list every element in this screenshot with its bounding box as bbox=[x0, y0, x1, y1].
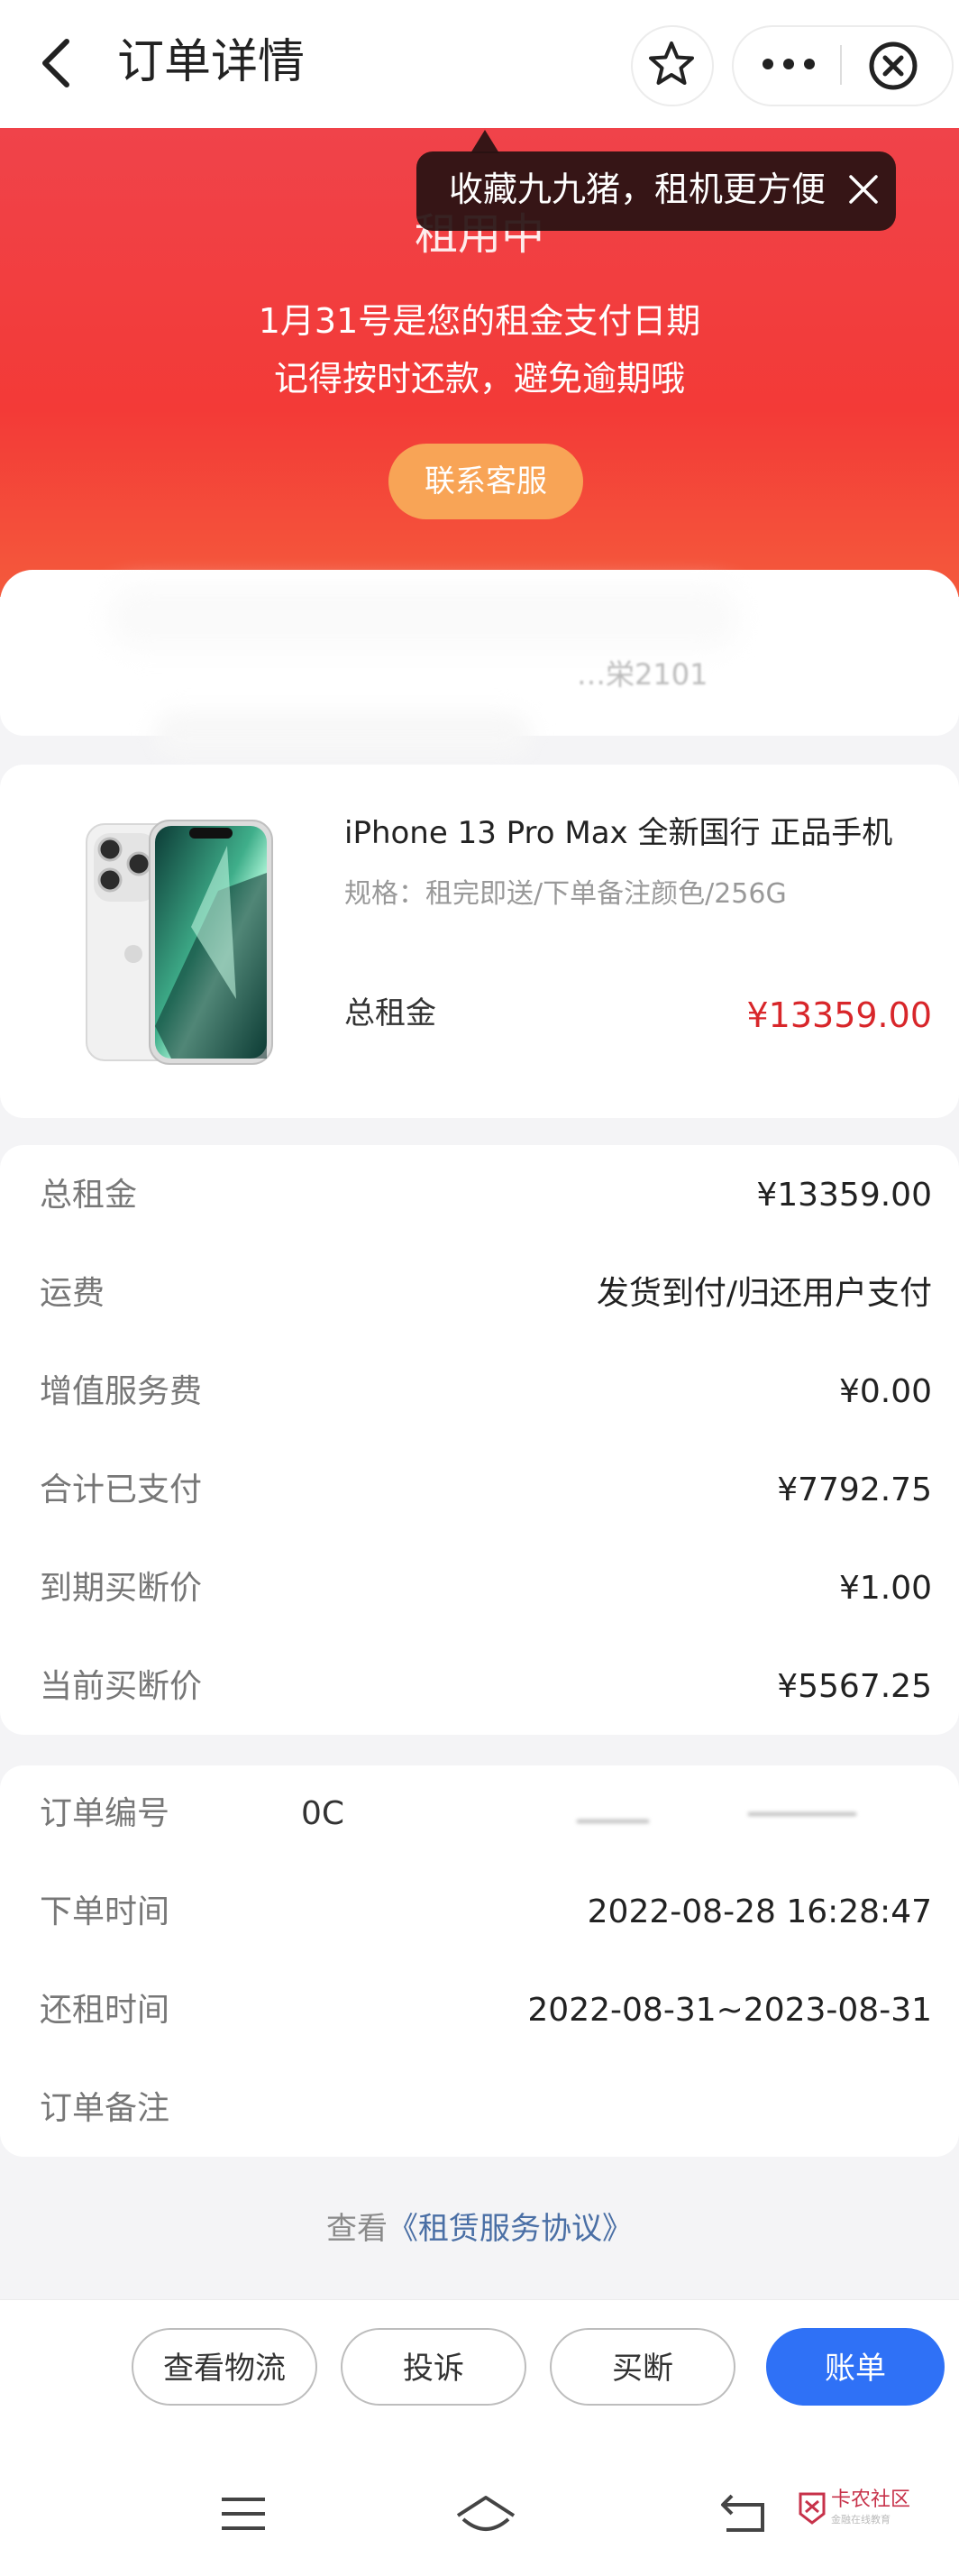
capsule-divider bbox=[840, 45, 842, 85]
fee-details-card bbox=[0, 1145, 959, 1735]
star-icon[interactable] bbox=[647, 40, 696, 88]
blurred-address bbox=[108, 586, 739, 649]
order-remark-label: 订单备注 bbox=[40, 2090, 170, 2127]
fee-row-value: ¥1.00 bbox=[838, 1570, 932, 1607]
order-time-value: 2022-08-28 16:28:47 bbox=[587, 1893, 932, 1930]
product-image bbox=[83, 819, 274, 1066]
fee-row-value: ¥13359.00 bbox=[756, 1177, 932, 1214]
chevron-left-icon[interactable] bbox=[36, 36, 81, 90]
more-dots-icon[interactable] bbox=[759, 50, 818, 78]
agreement-link[interactable]: 《租赁服务协议》 bbox=[388, 2211, 633, 2247]
complaint-button[interactable]: 投诉 bbox=[341, 2328, 526, 2406]
fee-row-label: 总租金 bbox=[40, 1177, 138, 1214]
view-logistics-button[interactable]: 查看物流 bbox=[132, 2328, 317, 2406]
bill-button[interactable]: 账单 bbox=[766, 2328, 945, 2406]
product-name: iPhone 13 Pro Max 全新国行 正品手机 bbox=[344, 815, 893, 851]
order-number-value: 0C bbox=[301, 1795, 345, 1832]
watermark-text: 卡农社区 bbox=[831, 2489, 911, 2511]
redaction-mark bbox=[748, 1812, 856, 1816]
fee-row-value: 发货到付/归还用户支付 bbox=[596, 1275, 932, 1312]
fee-row-value: ¥5567.25 bbox=[777, 1668, 932, 1705]
page-title: 订单详情 bbox=[117, 35, 306, 89]
redaction-mask bbox=[352, 1800, 568, 1832]
agreement-prefix: 查看 bbox=[326, 2211, 388, 2247]
blurred-address-line bbox=[153, 712, 532, 757]
tooltip-arrow bbox=[470, 130, 499, 153]
home-icon[interactable] bbox=[454, 2494, 517, 2539]
buyout-button[interactable]: 买断 bbox=[550, 2328, 735, 2406]
rent-period-label: 还租时间 bbox=[40, 1992, 170, 2029]
fee-row-label: 到期买断价 bbox=[40, 1570, 203, 1607]
tooltip-text: 收藏九九猪，租机更方便 bbox=[449, 170, 827, 209]
fee-row-label: 合计已支付 bbox=[40, 1471, 203, 1508]
payment-reminder: 记得按时还款，避免逾期哦 bbox=[273, 359, 685, 399]
order-number-label: 订单编号 bbox=[40, 1795, 170, 1832]
product-total-label: 总租金 bbox=[344, 995, 436, 1031]
address-fragment: …栄2101 bbox=[577, 657, 708, 692]
contact-service-button[interactable]: 联系客服 bbox=[388, 444, 583, 519]
order-time-label: 下单时间 bbox=[40, 1893, 170, 1930]
fee-row-label: 运费 bbox=[40, 1275, 105, 1312]
agreement-line: 查看《租赁服务协议》 bbox=[0, 2205, 959, 2252]
back-arrow-icon[interactable] bbox=[717, 2492, 768, 2534]
close-icon[interactable] bbox=[847, 173, 880, 206]
menu-icon[interactable] bbox=[220, 2496, 267, 2532]
due-date-notice: 1月31号是您的租金支付日期 bbox=[258, 301, 701, 341]
redaction-mark bbox=[577, 1820, 649, 1823]
product-spec: 规格：租完即送/下单备注颜色/256G bbox=[344, 878, 787, 910]
fee-row-label: 增值服务费 bbox=[40, 1373, 203, 1410]
fee-row-value: ¥0.00 bbox=[838, 1373, 932, 1410]
fee-row-value: ¥7792.75 bbox=[777, 1471, 932, 1508]
watermark-logo-icon bbox=[797, 2490, 827, 2525]
fee-row-label: 当前买断价 bbox=[40, 1668, 203, 1705]
product-total-value: ¥13359.00 bbox=[746, 995, 933, 1035]
rent-period-value: 2022-08-31~2023-08-31 bbox=[527, 1992, 932, 2029]
close-circle-icon[interactable] bbox=[867, 40, 919, 92]
watermark-subtext: 金融在线教育 bbox=[831, 2514, 890, 2526]
